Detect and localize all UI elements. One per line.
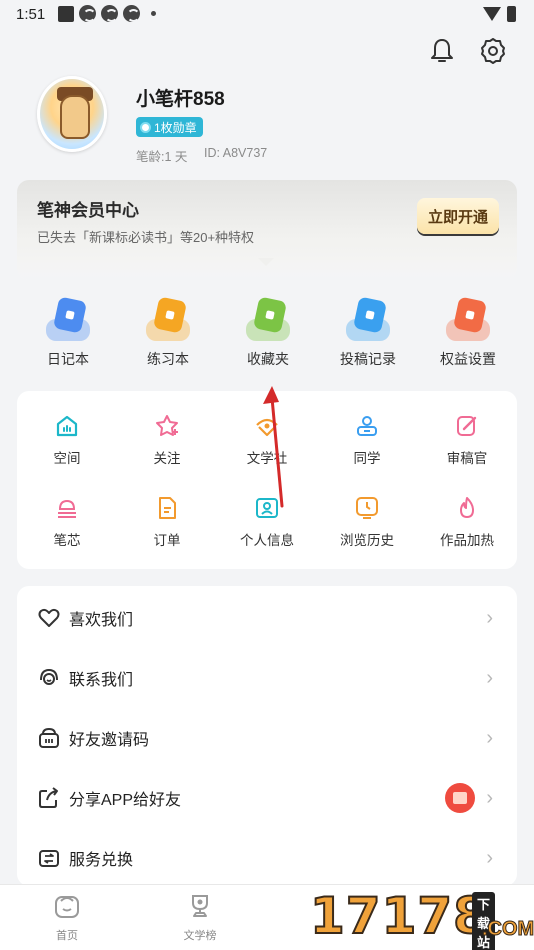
grid-item-order[interactable]: 订单 [117,495,217,549]
quick-item-label: 投稿记录 [340,351,396,367]
gift-icon [445,783,475,813]
chevron-right-icon: › [486,786,493,809]
quick-item-exercise-book[interactable]: 练习本 [118,296,218,369]
avatar-character [60,95,90,139]
grid-item-label: 个人信息 [240,533,294,548]
username: 小笔杆858 [136,89,225,110]
battery-icon [507,6,516,22]
grid-item-label: 作品加热 [440,533,494,548]
grid-item-reviewer[interactable]: 审稿官 [417,413,517,467]
pen-age: 笔龄:1 天 [136,150,188,164]
quick-item-diary[interactable]: 日记本 [18,296,118,369]
gear-icon[interactable] [478,36,508,66]
grid-item-browse-history[interactable]: 浏览历史 [317,495,417,549]
chevron-right-icon: › [486,666,493,689]
grid-item-label: 订单 [153,533,181,548]
chevron-right-icon: › [486,606,493,629]
headset-icon [40,668,58,685]
list-item-like-us[interactable]: 喜欢我们 › [17,588,517,648]
bell-icon[interactable] [427,36,457,66]
medal-count: 1枚勋章 [154,120,197,135]
grid-item-pen-refill[interactable]: 笔芯 [17,495,117,549]
notification-icons [58,5,156,22]
list-item-label: 喜欢我们 [69,612,134,629]
grid-item-label: 同学 [353,451,381,466]
wifi-icon [483,7,501,21]
vip-card-pointer [258,258,274,266]
submission-record-icon [346,296,390,341]
grid-item-space[interactable]: 空间 [17,413,117,467]
follow-icon [156,415,178,436]
favorites-icon [246,296,290,341]
quick-item-label: 权益设置 [440,351,496,367]
quick-actions: 日记本 练习本 收藏夹 投稿记录 权益设置 [18,296,518,369]
grid-item-label: 空间 [53,451,81,466]
settings-list: 喜欢我们 › 联系我们 › 好友邀请码 › 分享APP给好友 › 服务兑换 › [17,586,517,886]
list-item-label: 好友邀请码 [69,732,150,749]
list-item-redeem[interactable]: 服务兑换 › [17,828,517,888]
chevron-right-icon: › [486,726,493,749]
quick-item-favorites[interactable]: 收藏夹 [218,296,318,369]
app-notification-icon [123,5,140,22]
app-notification-icon [58,5,74,22]
quick-item-label: 练习本 [147,351,189,367]
diary-icon [46,296,90,341]
heart-icon [38,608,60,627]
chevron-right-icon: › [486,846,493,869]
quick-item-submission-record[interactable]: 投稿记录 [318,296,418,369]
medal-badge[interactable]: 1枚勋章 [136,117,203,137]
share-icon [39,787,58,808]
user-id: ID: A8V737 [204,146,268,160]
benefits-settings-icon [446,296,490,341]
vip-description: 已失去「新课标必读书」等20+种特权 [37,230,255,245]
quick-item-label: 收藏夹 [247,351,289,367]
list-item-label: 分享APP给好友 [69,792,182,809]
nav-label: 文学榜 [183,930,217,942]
site-watermark: 17178 下载站 .COM [309,886,534,950]
grid-item-label: 关注 [153,451,181,466]
quick-item-label: 日记本 [47,351,89,367]
nav-home[interactable]: 首页 [27,891,107,943]
activate-now-button[interactable]: 立即开通 [417,198,499,234]
watermark-domain: .COM [481,918,534,941]
list-item-label: 联系我们 [69,672,134,689]
classmate-icon [357,416,377,436]
grid-item-label: 审稿官 [446,451,488,466]
browse-history-icon [356,497,378,519]
grid-item-follow[interactable]: 关注 [117,413,217,467]
status-bar: 1:51 [0,0,534,30]
vip-title: 笔神会员中心 [37,201,139,220]
reviewer-icon [457,416,477,436]
grid-item-promote-work[interactable]: 作品加热 [417,495,517,549]
status-time: 1:51 [16,6,46,23]
annotation-arrow [263,386,284,508]
app-notification-icon [101,5,118,22]
nav-label: 首页 [56,930,78,942]
redeem-icon [39,850,59,867]
exercise-book-icon [146,296,190,341]
ranking-icon [192,895,208,917]
grid-item-label: 笔芯 [53,533,81,548]
pen-refill-icon [58,499,76,518]
invite-code-icon [39,727,59,748]
list-item-invite-code[interactable]: 好友邀请码 › [17,708,517,768]
quick-item-benefits-settings[interactable]: 权益设置 [418,296,518,369]
avatar[interactable] [37,76,107,152]
list-item-contact-us[interactable]: 联系我们 › [17,648,517,708]
watermark-number: 17178 [309,886,489,946]
space-icon [56,415,78,437]
app-notification-icon [79,5,96,22]
promote-work-icon [460,497,474,518]
more-notifications-icon [151,11,156,16]
list-item-label: 服务兑换 [69,852,134,869]
system-icons [483,6,516,22]
nav-ranking[interactable]: 文学榜 [160,891,240,943]
order-icon [159,497,176,519]
grid-item-classmate[interactable]: 同学 [317,413,417,467]
list-item-share-app[interactable]: 分享APP给好友 › [17,768,517,828]
home-icon [55,896,79,918]
medal-icon [140,121,151,133]
grid-item-label: 浏览历史 [340,533,394,548]
